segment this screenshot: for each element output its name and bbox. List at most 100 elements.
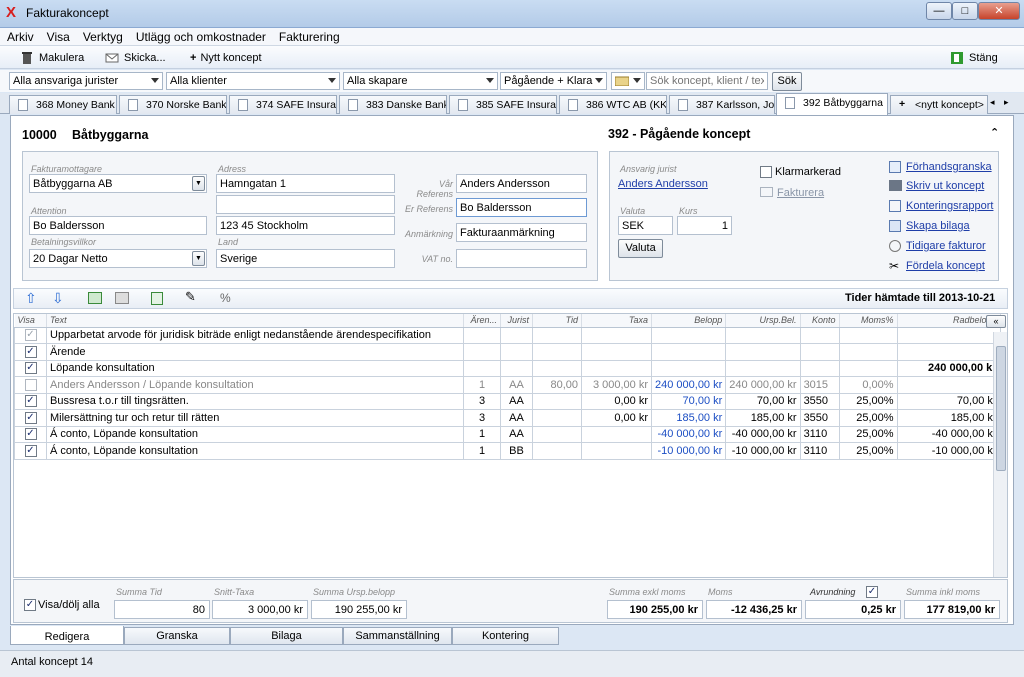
tab-392[interactable]: 392 Båtbyggarna — [776, 93, 888, 115]
attention-field[interactable]: Bo Baldersson — [29, 216, 207, 235]
tab-nytt-koncept[interactable]: + <nytt koncept> — [890, 95, 988, 114]
adress-line-3[interactable]: 123 45 Stockholm — [216, 216, 395, 235]
tab-374[interactable]: 374 SAFE Insurance — [229, 95, 337, 114]
table-row[interactable]: ✓ Bussresa t.o.r till tingsrätten. 3 AA 0,0… — [14, 392, 1001, 410]
tab-scroll-left-icon[interactable]: ◂ — [990, 97, 995, 108]
col-text[interactable]: Text — [46, 314, 464, 328]
col-belopp[interactable]: Belopp — [651, 314, 727, 328]
forhandsgranska-link[interactable]: Förhandsgranska — [906, 161, 992, 173]
col-arende[interactable]: Ären... — [463, 314, 501, 328]
col-moms[interactable]: Moms% — [839, 314, 898, 328]
fakturamottagare-dropdown[interactable]: Båtbyggarna AB ▼ — [29, 174, 207, 193]
valuta-button[interactable]: Valuta — [618, 239, 663, 258]
chevron-down-icon[interactable]: ▼ — [192, 251, 205, 266]
land-field[interactable]: Sverige — [216, 249, 395, 268]
pencil-icon[interactable]: ✎ — [185, 290, 196, 304]
col-tid[interactable]: Tid — [532, 314, 582, 328]
percent-button[interactable]: % — [220, 291, 231, 305]
skicka-button[interactable]: Skicka... — [105, 49, 166, 67]
tab-387[interactable]: 387 Karlsson, Johan — [669, 95, 775, 114]
anmarkning-field[interactable]: Fakturaanmärkning — [456, 223, 587, 242]
makulera-button[interactable]: Makulera — [20, 49, 84, 67]
document-list-icon[interactable] — [151, 292, 163, 305]
collapse-icon[interactable]: ⌃ — [990, 126, 999, 139]
tab-368[interactable]: 368 Money Bank — [9, 95, 117, 114]
tab-386[interactable]: 386 WTC AB (KK) — [559, 95, 667, 114]
table-row[interactable]: Anders Andersson / Löpande konsultation 1… — [14, 376, 1001, 394]
search-button[interactable]: Sök — [772, 72, 802, 91]
row-checkbox[interactable]: ✓ — [24, 362, 37, 375]
table-row[interactable]: ✓ Ärende — [14, 343, 1001, 361]
konteringsrapport-link[interactable]: Konteringsrapport — [906, 200, 993, 212]
add-row-icon[interactable] — [88, 292, 102, 304]
table-row[interactable]: ✓ Upparbetat arvode för juridisk biträde… — [14, 326, 1001, 344]
table-row[interactable]: ✓ Á conto, Löpande konsultation 1 BB -10 00… — [14, 442, 1001, 460]
table-row[interactable]: ✓ Löpande konsultation 240 000,00 kr — [14, 359, 1001, 377]
row-checkbox[interactable]: ✓ — [24, 395, 37, 408]
skapare-dropdown[interactable]: Alla skapare — [343, 72, 498, 90]
fordela-koncept-link[interactable]: Fördela koncept — [906, 260, 985, 272]
maximize-button[interactable]: □ — [952, 2, 978, 20]
move-up-icon[interactable]: ⇧ — [25, 291, 37, 305]
kurs-field[interactable]: 1 — [677, 216, 732, 235]
betalningsvillkor-dropdown[interactable]: 20 Dagar Netto ▼ — [29, 249, 207, 268]
menu-verktyg[interactable]: Verktyg — [76, 28, 129, 44]
stang-button[interactable]: Stäng — [950, 49, 998, 67]
var-referens-field[interactable]: Anders Andersson — [456, 174, 587, 193]
tab-redigera[interactable]: Redigera — [10, 626, 124, 645]
skapa-bilaga-link[interactable]: Skapa bilaga — [906, 220, 970, 232]
chevron-down-icon[interactable]: ▼ — [192, 176, 205, 191]
jurister-dropdown[interactable]: Alla ansvariga jurister — [9, 72, 163, 90]
tab-bilaga[interactable]: Bilaga — [230, 627, 343, 645]
folder-dropdown[interactable] — [611, 72, 645, 90]
col-konto[interactable]: Konto — [800, 314, 840, 328]
valuta-field[interactable]: SEK — [618, 216, 673, 235]
row-checkbox[interactable] — [24, 378, 37, 391]
table-row[interactable]: ✓ Á conto, Löpande konsultation 1 AA -40 00… — [14, 425, 1001, 443]
close-window-button[interactable]: ✕ — [978, 2, 1020, 20]
tab-sammanstallning[interactable]: Sammanställning — [343, 627, 452, 645]
menu-utlagg[interactable]: Utlägg och omkostnader — [129, 28, 272, 44]
avrundning-checkbox[interactable]: ✓ — [866, 586, 878, 598]
menu-visa[interactable]: Visa — [40, 28, 76, 44]
menu-fakturering[interactable]: Fakturering — [272, 28, 346, 44]
row-checkbox[interactable]: ✓ — [24, 411, 37, 424]
er-referens-field[interactable]: Bo Baldersson — [456, 198, 587, 217]
tab-scroll-right-icon[interactable]: ▸ — [1004, 97, 1009, 108]
tab-385[interactable]: 385 SAFE Insurance — [449, 95, 557, 114]
row-checkbox[interactable]: ✓ — [24, 345, 37, 358]
ansvarig-jurist-link[interactable]: Anders Andersson — [618, 178, 708, 190]
search-input[interactable] — [646, 72, 768, 90]
minimize-button[interactable]: — — [926, 2, 952, 20]
klienter-dropdown[interactable]: Alla klienter — [166, 72, 340, 90]
vat-field[interactable] — [456, 249, 587, 268]
menu-arkiv[interactable]: Arkiv — [0, 28, 40, 44]
visa-dolj-checkbox[interactable]: ✓ — [24, 599, 36, 611]
tab-383[interactable]: 383 Danske Bank — [339, 95, 447, 114]
klarmarkerad-checkbox[interactable] — [760, 166, 772, 178]
adress-line-2[interactable] — [216, 195, 395, 214]
move-down-icon[interactable]: ⇩ — [52, 291, 64, 305]
row-checkbox[interactable]: ✓ — [24, 444, 37, 457]
grid-scrollbar[interactable] — [993, 332, 1007, 577]
col-ursp[interactable]: Ursp.Bel. — [725, 314, 801, 328]
tab-kontering[interactable]: Kontering — [452, 627, 559, 645]
remove-row-icon[interactable] — [115, 292, 129, 304]
col-visa[interactable]: Visa — [14, 314, 47, 328]
table-row[interactable]: ✓ Milersättning tur och retur till rätte… — [14, 409, 1001, 427]
col-jurist[interactable]: Jurist — [500, 314, 533, 328]
skriv-ut-link[interactable]: Skriv ut koncept — [906, 180, 984, 192]
col-radbelopp[interactable]: Radbelopp — [897, 314, 1001, 328]
row-checkbox[interactable]: ✓ — [24, 428, 37, 441]
fakturera-link[interactable]: Fakturera — [777, 187, 824, 199]
adress-line-1[interactable]: Hamngatan 1 — [216, 174, 395, 193]
row-checkbox[interactable]: ✓ — [24, 329, 37, 342]
nytt-koncept-button[interactable]: + Nytt koncept — [190, 49, 262, 67]
scrollbar-thumb[interactable] — [996, 346, 1006, 471]
tidigare-fakturor-link[interactable]: Tidigare fakturor — [906, 240, 986, 252]
status-dropdown[interactable]: Pågående + Klara — [500, 72, 607, 90]
collapse-columns-button[interactable]: « — [986, 315, 1006, 328]
tab-granska[interactable]: Granska — [124, 627, 230, 645]
tab-370[interactable]: 370 Norske Bank — [119, 95, 227, 114]
col-taxa[interactable]: Taxa — [581, 314, 652, 328]
